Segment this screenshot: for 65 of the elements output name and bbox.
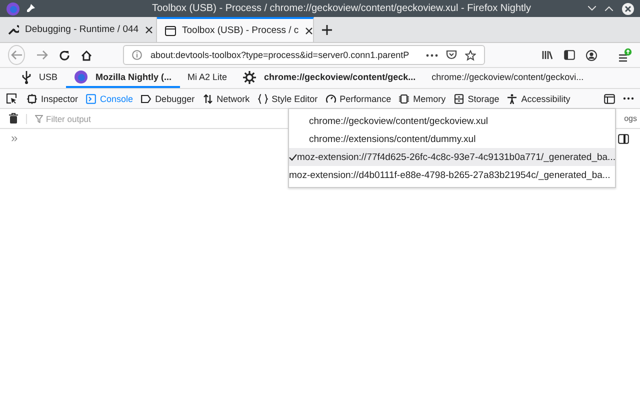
menu-item[interactable]: moz-extension://77f4d625-26fc-4c8c-93e7-4c9131b0a771/_generated_ba... bbox=[289, 148, 615, 166]
frames-icon[interactable] bbox=[604, 94, 615, 104]
browser-logo-icon bbox=[74, 70, 88, 84]
menu-item[interactable]: moz-extension://d4b0111f-e88e-4798-b265-27a83b21954c/_generated_ba... bbox=[289, 166, 615, 184]
split-console-icon[interactable] bbox=[618, 134, 629, 144]
menu-update-icon[interactable] bbox=[618, 48, 632, 62]
memory-icon bbox=[399, 94, 410, 104]
tag-icon bbox=[141, 94, 152, 104]
browser-logo-icon bbox=[6, 2, 20, 16]
more-icon[interactable] bbox=[623, 97, 634, 100]
browser-tab[interactable]: Toolbox (USB) - Process / c bbox=[157, 17, 314, 42]
gear-icon bbox=[243, 70, 256, 84]
library-icon[interactable] bbox=[542, 50, 553, 60]
menu-item[interactable]: chrome://geckoview/content/geckoview.xul bbox=[289, 112, 615, 130]
close-icon[interactable] bbox=[304, 26, 313, 34]
sidebar-icon[interactable] bbox=[564, 50, 575, 60]
close-icon[interactable] bbox=[144, 26, 153, 34]
close-icon[interactable] bbox=[622, 2, 634, 14]
devtools-tab[interactable]: Storage bbox=[450, 89, 504, 108]
reload-icon[interactable] bbox=[59, 50, 70, 60]
devtools-tab[interactable]: Inspector bbox=[23, 89, 82, 108]
devtools-tab[interactable]: Style Editor bbox=[254, 89, 322, 108]
back-arrow-icon bbox=[10, 50, 23, 60]
info-icon bbox=[132, 50, 142, 60]
account-icon[interactable] bbox=[586, 50, 597, 60]
console-prompt: » bbox=[11, 132, 18, 144]
storage-icon bbox=[454, 94, 464, 104]
devtools-tab[interactable]: Accessibility bbox=[503, 89, 574, 108]
page-icon bbox=[165, 26, 176, 36]
minimize-icon[interactable] bbox=[588, 6, 596, 11]
element-picker-icon[interactable] bbox=[6, 93, 17, 104]
person-icon bbox=[507, 94, 518, 104]
filter-icon bbox=[35, 114, 43, 122]
forward-icon[interactable] bbox=[36, 50, 48, 60]
usb-icon bbox=[22, 70, 31, 84]
window-title: Toolbox (USB) - Process / chrome://geckoview/content/geckoview.xul - Firefox Nightly bbox=[150, 3, 532, 14]
runtime-info-item[interactable]: chrome://geckoview/content/geck... bbox=[235, 68, 424, 88]
star-icon[interactable] bbox=[465, 50, 476, 60]
wrench-icon bbox=[8, 24, 19, 35]
console-icon bbox=[86, 94, 96, 104]
gauge-icon bbox=[326, 94, 336, 104]
more-icon[interactable] bbox=[426, 54, 438, 56]
devtools-tab[interactable]: Console bbox=[82, 89, 138, 108]
home-icon[interactable] bbox=[81, 50, 92, 60]
new-tab-icon[interactable] bbox=[322, 24, 332, 34]
persist-logs-label: ogs bbox=[624, 114, 637, 123]
devtools-tab[interactable]: Network bbox=[198, 89, 254, 108]
chip-icon bbox=[27, 94, 37, 104]
address-bar[interactable]: about:devtools-toolbox?type=process&id=server0.conn1.parentP bbox=[123, 45, 485, 65]
runtime-info-item[interactable]: Mi A2 Lite bbox=[180, 68, 236, 88]
arrows-icon bbox=[202, 94, 213, 104]
runtime-info-item[interactable]: chrome://geckoview/content/geckovi... bbox=[424, 68, 592, 88]
braces-icon bbox=[258, 94, 268, 104]
devtools-tab[interactable]: Debugger bbox=[137, 89, 199, 108]
devtools-tab[interactable]: Performance bbox=[322, 89, 396, 108]
checkmark-icon bbox=[289, 154, 297, 160]
maximize-icon[interactable] bbox=[605, 6, 613, 11]
pocket-icon[interactable] bbox=[446, 50, 457, 60]
runtime-info-item[interactable]: USB bbox=[14, 68, 66, 88]
filter-field[interactable]: Filter output bbox=[46, 114, 166, 124]
devtools-tab[interactable]: Memory bbox=[395, 89, 450, 108]
trash-icon[interactable] bbox=[9, 113, 18, 124]
back-button[interactable] bbox=[8, 45, 26, 65]
menu-item[interactable]: chrome://extensions/content/dummy.xul bbox=[289, 130, 615, 148]
pin-icon bbox=[26, 4, 35, 13]
